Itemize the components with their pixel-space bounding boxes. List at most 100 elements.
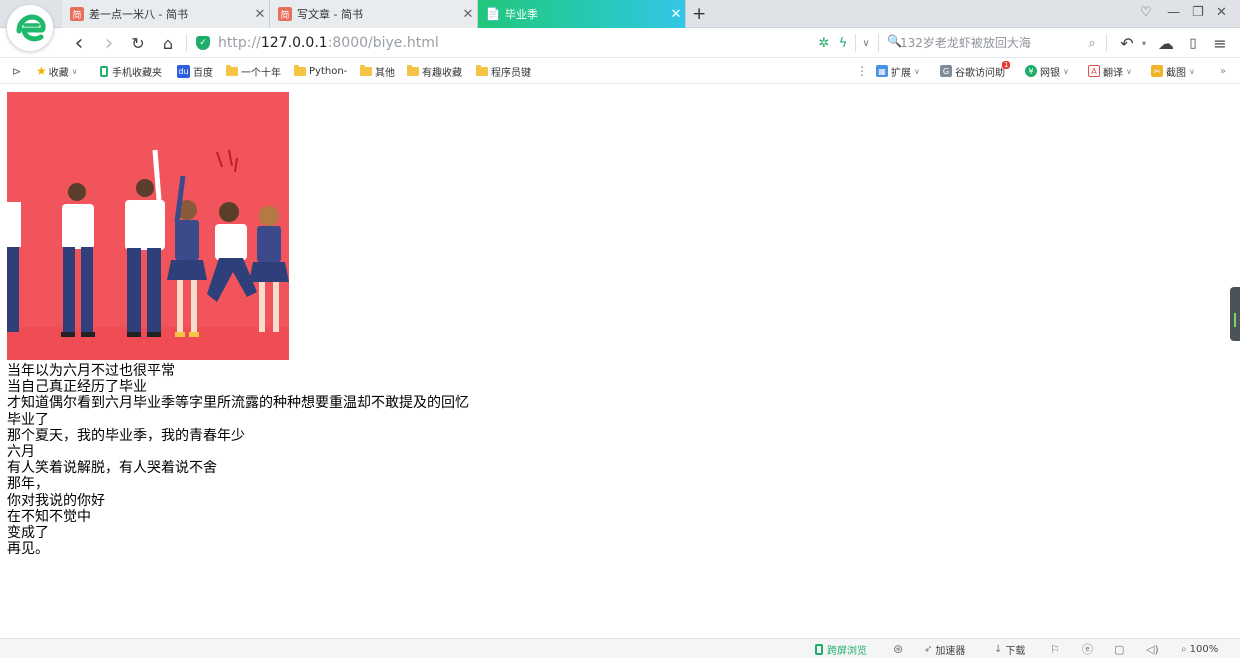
poem-text: 当年以为六月不过也很平常 当自己真正经历了毕业 才知道偶尔看到六月毕业季等字里所… — [7, 363, 469, 557]
navigation-bar: ‹ › ↻ ⌂ ✓ http:// 127.0.0.1 :8000/biye.h… — [0, 28, 1240, 58]
chevron-down-icon: ∨ — [914, 66, 920, 76]
bookmark-baidu[interactable]: du 百度 — [177, 63, 213, 79]
poem-line: 毕业了 — [7, 411, 49, 428]
tab-close-icon[interactable]: ✕ — [251, 7, 269, 22]
url-protocol: http:// — [218, 35, 261, 51]
divider — [878, 34, 879, 52]
bookmarks-bar: ⊳ ★ 收藏 ∨ 手机收藏夹 du 百度 一个十年 Python- 其他 有趣收 — [0, 58, 1240, 84]
dropdown-chevron-icon[interactable]: ∨ — [855, 32, 877, 54]
star-icon: ★ — [36, 64, 47, 78]
cross-screen-button[interactable]: 跨屏浏览 — [815, 642, 867, 657]
tab-biye-active[interactable]: 📄 毕业季 ✕ — [478, 0, 686, 28]
bookmark-folder-yigeshinian[interactable]: 一个十年 — [226, 63, 281, 79]
skin-icon[interactable]: ♡ — [1140, 5, 1152, 20]
sound-icon[interactable]: ◁) — [1146, 642, 1159, 656]
chevron-down-icon: ∨ — [71, 66, 78, 76]
baidu-paw-icon: du — [177, 64, 190, 78]
mobile-sync-icon[interactable]: ▯ — [1182, 32, 1204, 54]
extensions-icon: ▦ — [876, 65, 888, 77]
close-window-button[interactable]: ✕ — [1216, 5, 1227, 20]
search-input[interactable] — [900, 33, 1076, 53]
status-bar: 跨屏浏览 ⊛ ➶ 加速器 ↓ 下载 ⚐ ⓔ ▢ ◁) ⌕ 100% — [0, 638, 1240, 658]
zoom-control[interactable]: ⌕ 100% — [1181, 642, 1218, 656]
notification-badge: 1 — [1002, 61, 1011, 69]
page-content: 当年以为六月不过也很平常 当自己真正经历了毕业 才知道偶尔看到六月毕业季等字里所… — [0, 85, 1240, 638]
status-label: 跨屏浏览 — [827, 645, 867, 657]
phone-icon — [815, 643, 823, 655]
minimize-button[interactable]: — — [1167, 5, 1180, 20]
new-tab-button[interactable]: + — [692, 4, 706, 24]
folder-icon — [360, 64, 372, 76]
home-button[interactable]: ⌂ — [157, 32, 179, 54]
accelerator-button[interactable]: ➶ 加速器 — [924, 642, 966, 657]
zoom-level: 100% — [1189, 643, 1219, 655]
tab-strip: 简 差一点一米八 - 简书 ✕ 简 写文章 - 简书 ✕ 📄 毕业季 ✕ + ♡… — [0, 0, 1240, 28]
tab-close-icon[interactable]: ✕ — [459, 7, 477, 22]
undo-dropdown-icon[interactable]: ▾ — [1133, 32, 1155, 54]
extension-label: 网银 — [1040, 67, 1060, 79]
bookmark-folder-fun[interactable]: 有趣收藏 — [407, 63, 462, 79]
poem-line: 那年， — [7, 476, 49, 493]
divider — [1106, 34, 1107, 52]
poem-line: 才知道偶尔看到六月毕业季等字里所流露的种种想要重温却不敢提及的回忆 — [7, 395, 469, 412]
menu-icon[interactable]: ≡ — [1209, 32, 1231, 54]
ie-mode-icon[interactable]: ⓔ — [1082, 642, 1093, 656]
extensions-menu[interactable]: ▦ 扩展 ∨ — [876, 63, 920, 79]
bookmark-favorites[interactable]: ★ 收藏 ∨ — [36, 63, 78, 79]
reload-button[interactable]: ↻ — [127, 32, 149, 54]
back-button[interactable]: ‹ — [68, 31, 90, 56]
graduation-illustration — [7, 92, 289, 360]
page-favicon-icon: 📄 — [485, 7, 501, 21]
google-helper-icon: G — [940, 65, 952, 77]
restore-button[interactable]: ❐ — [1192, 5, 1204, 20]
bookmark-label: 有趣收藏 — [422, 67, 462, 79]
history-icon[interactable]: ⊛ — [893, 642, 903, 656]
bookmark-label: 程序员键 — [491, 67, 531, 79]
poem-line: 变成了 — [7, 525, 49, 542]
tab-title: 毕业季 — [505, 8, 538, 21]
security-shield-icon[interactable]: ✓ — [196, 36, 210, 50]
bookmark-folder-programmer[interactable]: 程序员键 — [476, 63, 531, 79]
more-vertical-icon[interactable]: ⋮ — [856, 63, 868, 79]
bookmark-label: 手机收藏夹 — [112, 67, 162, 79]
tab-jianshu-write[interactable]: 简 写文章 - 简书 ✕ — [270, 0, 478, 28]
poem-line: 当年以为六月不过也很平常 — [7, 363, 175, 379]
lightning-speed-icon[interactable]: ϟ — [832, 32, 854, 54]
extension-translate[interactable]: A 翻译 ∨ — [1088, 63, 1132, 79]
search-icon[interactable]: ⌕ — [1081, 32, 1103, 54]
chevron-down-icon: ∨ — [1063, 66, 1069, 76]
bookmark-mobile[interactable]: 手机收藏夹 — [100, 63, 162, 79]
address-bar[interactable]: ✓ http:// 127.0.0.1 :8000/biye.html — [196, 34, 439, 52]
bookmark-folder-other[interactable]: 其他 — [360, 63, 395, 79]
side-panel-handle[interactable] — [1230, 287, 1240, 341]
extension-bank[interactable]: ¥ 网银 ∨ — [1025, 63, 1069, 79]
status-label: 加速器 — [935, 645, 966, 657]
bookmark-label: 百度 — [193, 67, 213, 79]
extension-screenshot[interactable]: ✂ 截图 ∨ — [1151, 63, 1195, 79]
jianshu-favicon-icon: 简 — [70, 7, 84, 21]
status-label: 下载 — [1005, 645, 1026, 657]
chevron-down-icon: ∨ — [1126, 66, 1132, 76]
window-icon[interactable]: ▢ — [1114, 642, 1124, 656]
screenshot-icon: ✂ — [1151, 65, 1163, 77]
bookmark-folder-python[interactable]: Python- — [294, 63, 347, 79]
forward-button[interactable]: › — [98, 31, 120, 56]
flag-icon[interactable]: ⚐ — [1050, 642, 1060, 656]
bookmark-label: 一个十年 — [241, 67, 281, 79]
poem-line: 那个夏天，我的毕业季，我的青春年少 — [7, 427, 245, 444]
tab-jianshu-profile[interactable]: 简 差一点一米八 - 简书 ✕ — [62, 0, 270, 28]
extension-label: 翻译 — [1103, 67, 1123, 79]
url-host: 127.0.0.1 — [260, 35, 328, 51]
bookmark-label: Python- — [309, 65, 348, 77]
more-bookmarks-icon[interactable]: » — [1220, 63, 1226, 79]
browser-logo-icon[interactable] — [6, 4, 54, 52]
cloud-sync-icon[interactable]: ☁ — [1155, 32, 1177, 54]
sidebar-toggle-icon[interactable]: ⊳ — [12, 63, 21, 79]
folder-icon — [476, 64, 488, 76]
tab-close-icon[interactable]: ✕ — [667, 7, 685, 22]
download-button[interactable]: ↓ 下载 — [994, 642, 1026, 657]
extension-label: 截图 — [1166, 67, 1186, 79]
jianshu-favicon-icon: 简 — [278, 7, 292, 21]
extension-google-helper[interactable]: G 谷歌访问助 1 — [940, 61, 1013, 79]
download-icon: ↓ — [994, 643, 1003, 655]
